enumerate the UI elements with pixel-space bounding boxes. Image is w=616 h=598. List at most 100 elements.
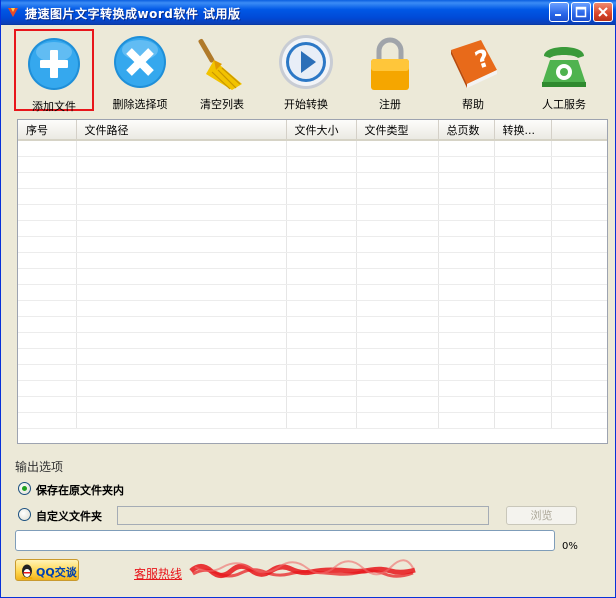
empty-table-row <box>18 316 607 333</box>
table-cell <box>438 220 495 237</box>
table-cell <box>551 412 607 429</box>
table-cell <box>494 284 552 301</box>
table-cell <box>551 220 607 237</box>
table-cell <box>551 140 607 157</box>
maximize-icon <box>575 6 587 18</box>
table-cell <box>76 380 287 397</box>
table-cell <box>494 236 552 253</box>
empty-table-row <box>18 284 607 301</box>
table-cell <box>286 220 357 237</box>
table-body <box>18 140 607 429</box>
output-options-title: 输出选项 <box>15 460 64 474</box>
custom-folder-field[interactable] <box>117 506 489 525</box>
table-cell <box>76 252 287 269</box>
table-cell <box>76 268 287 285</box>
col-header-index[interactable]: 序号 <box>18 120 77 141</box>
table-cell <box>356 204 439 221</box>
empty-table-row <box>18 300 607 317</box>
table-cell <box>286 156 357 173</box>
add-file-button[interactable]: 添加文件 <box>14 29 94 113</box>
maximize-button[interactable] <box>571 2 591 22</box>
empty-table-row <box>18 396 607 413</box>
table-cell <box>438 412 495 429</box>
progress-percent: 0% <box>562 541 578 552</box>
table-cell <box>286 364 357 381</box>
empty-table-row <box>18 364 607 381</box>
col-header-path[interactable]: 文件路径 <box>76 120 287 141</box>
table-cell <box>356 268 439 285</box>
radio-custom-folder[interactable] <box>18 508 31 521</box>
delete-selected-label: 删除选择项 <box>112 98 168 111</box>
progress-bar <box>15 530 555 551</box>
help-label: 帮助 <box>462 98 484 111</box>
table-cell <box>438 236 495 253</box>
table-cell <box>18 172 77 189</box>
table-cell <box>356 188 439 205</box>
col-header-size[interactable]: 文件大小 <box>286 120 357 141</box>
table-cell <box>356 156 439 173</box>
col-header-pages[interactable]: 总页数 <box>438 120 495 141</box>
table-cell <box>551 316 607 333</box>
lock-icon <box>371 37 409 90</box>
table-cell <box>18 300 77 317</box>
app-icon <box>8 8 18 17</box>
table-cell <box>286 204 357 221</box>
empty-table-row <box>18 140 607 157</box>
table-cell <box>356 364 439 381</box>
clear-list-label: 清空列表 <box>200 98 244 111</box>
table-cell <box>494 412 552 429</box>
table-cell <box>76 236 287 253</box>
help-button[interactable]: ? 帮助 <box>441 29 505 111</box>
table-cell <box>438 332 495 349</box>
clear-list-button[interactable]: 清空列表 <box>186 29 258 111</box>
hotline-link[interactable]: 客服热线 <box>134 565 182 582</box>
minimize-button[interactable] <box>549 2 569 22</box>
table-cell <box>494 220 552 237</box>
table-cell <box>356 332 439 349</box>
table-cell <box>18 316 77 333</box>
human-service-button[interactable]: 人工服务 <box>525 29 603 111</box>
col-header-convert[interactable]: 转换... <box>494 120 552 141</box>
table-cell <box>76 188 287 205</box>
table-cell <box>494 380 552 397</box>
table-cell <box>286 412 357 429</box>
table-cell <box>551 236 607 253</box>
broom-icon <box>198 38 242 90</box>
file-list[interactable]: 序号 文件路径 文件大小 文件类型 总页数 转换... <box>17 119 608 444</box>
close-button[interactable] <box>593 2 613 22</box>
table-cell <box>356 412 439 429</box>
table-cell <box>76 284 287 301</box>
table-cell <box>18 252 77 269</box>
delete-selected-button[interactable]: 删除选择项 <box>101 29 179 111</box>
minimize-icon <box>555 14 561 16</box>
table-cell <box>18 284 77 301</box>
empty-table-row <box>18 412 607 429</box>
table-cell <box>551 332 607 349</box>
custom-folder-label[interactable]: 自定义文件夹 <box>36 508 102 524</box>
table-cell <box>438 188 495 205</box>
table-cell <box>76 364 287 381</box>
table-cell <box>356 316 439 333</box>
register-label: 注册 <box>379 98 401 111</box>
table-cell <box>438 172 495 189</box>
qq-chat-label: QQ交谈 <box>36 566 77 579</box>
register-button[interactable]: 注册 <box>358 29 422 111</box>
table-cell <box>494 140 552 157</box>
browse-button[interactable]: 浏览 <box>506 506 577 525</box>
empty-table-row <box>18 236 607 253</box>
start-convert-button[interactable]: 开始转换 <box>269 29 343 111</box>
table-cell <box>18 412 77 429</box>
table-cell <box>76 172 287 189</box>
qq-chat-button[interactable]: QQ交谈 <box>15 559 79 581</box>
table-cell <box>18 220 77 237</box>
same-folder-label[interactable]: 保存在原文件夹内 <box>36 482 124 498</box>
table-cell <box>551 252 607 269</box>
table-cell <box>494 332 552 349</box>
title-bar[interactable]: 捷速图片文字转换成word软件 试用版 <box>1 0 616 25</box>
table-header-row: 序号 文件路径 文件大小 文件类型 总页数 转换... <box>18 120 607 141</box>
table-cell <box>551 396 607 413</box>
table-cell <box>494 316 552 333</box>
col-header-type[interactable]: 文件类型 <box>356 120 439 141</box>
table-cell <box>438 316 495 333</box>
radio-same-folder[interactable] <box>18 482 31 495</box>
